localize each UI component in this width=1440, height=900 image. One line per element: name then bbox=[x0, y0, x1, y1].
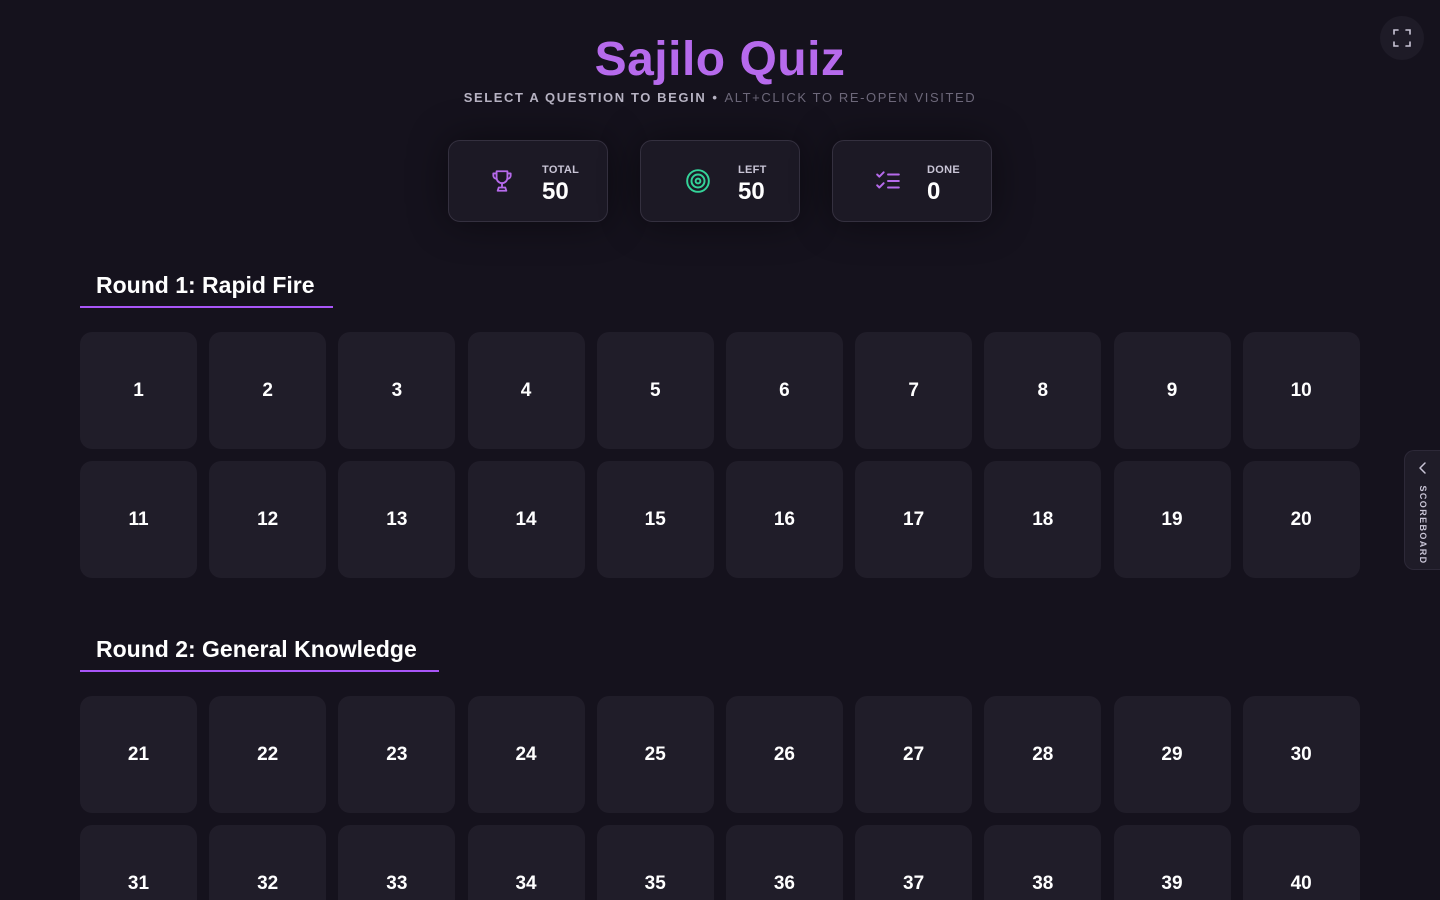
question-button[interactable]: 9 bbox=[1113, 332, 1231, 449]
quiz-board-page: Sajilo Quiz SELECT A QUESTION TO BEGIN • A… bbox=[0, 0, 1440, 900]
stat-left-value: 50 bbox=[738, 178, 765, 205]
round-1-heading: Round 1: Rapid Fire bbox=[80, 260, 333, 308]
question-button[interactable]: 34 bbox=[467, 825, 585, 900]
subtitle-hint: ALT+CLICK TO RE-OPEN VISITED bbox=[724, 90, 977, 105]
question-button[interactable]: 37 bbox=[855, 825, 973, 900]
question-button[interactable]: 10 bbox=[1242, 332, 1360, 449]
target-icon bbox=[686, 169, 710, 193]
round-1-question-grid: 1 2 3 4 5 6 7 8 9 10 11 12 13 14 15 16 17 18 19 20 bbox=[80, 332, 1360, 578]
checklist-icon bbox=[876, 171, 900, 189]
question-button[interactable]: 7 bbox=[855, 332, 973, 449]
stat-left-label: LEFT bbox=[738, 164, 767, 176]
question-button[interactable]: 22 bbox=[209, 696, 327, 813]
question-button[interactable]: 27 bbox=[855, 696, 973, 813]
question-button[interactable]: 28 bbox=[984, 696, 1102, 813]
question-button[interactable]: 15 bbox=[596, 461, 714, 578]
question-button[interactable]: 1 bbox=[80, 332, 197, 449]
stat-card-done: DONE 0 bbox=[832, 140, 992, 222]
question-button[interactable]: 29 bbox=[1113, 696, 1231, 813]
page-title: Sajilo Quiz bbox=[594, 33, 846, 86]
question-button[interactable]: 19 bbox=[1113, 461, 1231, 578]
question-button[interactable]: 3 bbox=[338, 332, 456, 449]
question-button[interactable]: 14 bbox=[467, 461, 585, 578]
question-button[interactable]: 17 bbox=[855, 461, 973, 578]
chevron-left-icon bbox=[1419, 462, 1426, 474]
question-button[interactable]: 5 bbox=[596, 332, 714, 449]
stat-done-value: 0 bbox=[927, 178, 941, 205]
scoreboard-label: SCOREBOARD bbox=[1418, 485, 1428, 565]
round-2-title: Round 2: General Knowledge bbox=[96, 636, 417, 662]
stat-card-total: TOTAL 50 bbox=[448, 140, 608, 222]
question-button[interactable]: 16 bbox=[725, 461, 843, 578]
trophy-icon bbox=[492, 170, 512, 192]
question-button[interactable]: 23 bbox=[338, 696, 456, 813]
subtitle-separator: • bbox=[712, 90, 719, 105]
question-button[interactable]: 33 bbox=[338, 825, 456, 900]
question-button[interactable]: 21 bbox=[80, 696, 197, 813]
question-button[interactable]: 35 bbox=[596, 825, 714, 900]
stats-panel: TOTAL 50 LEFT 50 DONE 0 bbox=[448, 140, 992, 222]
question-button[interactable]: 24 bbox=[467, 696, 585, 813]
question-button[interactable]: 20 bbox=[1242, 461, 1360, 578]
round-2-heading: Round 2: General Knowledge bbox=[80, 624, 439, 672]
question-button[interactable]: 32 bbox=[209, 825, 327, 900]
subtitle-instruction: SELECT A QUESTION TO BEGIN bbox=[463, 90, 707, 105]
question-button[interactable]: 4 bbox=[467, 332, 585, 449]
stat-card-left: LEFT 50 bbox=[640, 140, 800, 222]
round-2-question-grid: 21 22 23 24 25 26 27 28 29 30 31 32 33 34 35 36 37 38 39 40 bbox=[80, 696, 1360, 900]
question-button[interactable]: 18 bbox=[984, 461, 1102, 578]
question-button[interactable]: 2 bbox=[209, 332, 327, 449]
fullscreen-icon bbox=[1393, 29, 1411, 47]
question-button[interactable]: 11 bbox=[80, 461, 197, 578]
question-button[interactable]: 12 bbox=[209, 461, 327, 578]
stat-done-label: DONE bbox=[927, 164, 960, 176]
question-button[interactable]: 36 bbox=[725, 825, 843, 900]
fullscreen-button[interactable] bbox=[1380, 16, 1424, 60]
page-subtitle: SELECT A QUESTION TO BEGIN • ALT+CLICK TO … bbox=[0, 90, 1440, 106]
stat-total-label: TOTAL bbox=[542, 164, 580, 176]
question-button[interactable]: 6 bbox=[725, 332, 843, 449]
question-button[interactable]: 40 bbox=[1242, 825, 1360, 900]
question-button[interactable]: 30 bbox=[1242, 696, 1360, 813]
question-button[interactable]: 39 bbox=[1113, 825, 1231, 900]
round-1-title: Round 1: Rapid Fire bbox=[96, 272, 315, 298]
question-button[interactable]: 38 bbox=[984, 825, 1102, 900]
question-button[interactable]: 26 bbox=[725, 696, 843, 813]
scoreboard-toggle[interactable]: SCOREBOARD bbox=[1404, 450, 1440, 570]
stat-total-value: 50 bbox=[542, 178, 569, 205]
question-button[interactable]: 31 bbox=[80, 825, 197, 900]
question-button[interactable]: 25 bbox=[596, 696, 714, 813]
question-button[interactable]: 8 bbox=[984, 332, 1102, 449]
question-button[interactable]: 13 bbox=[338, 461, 456, 578]
